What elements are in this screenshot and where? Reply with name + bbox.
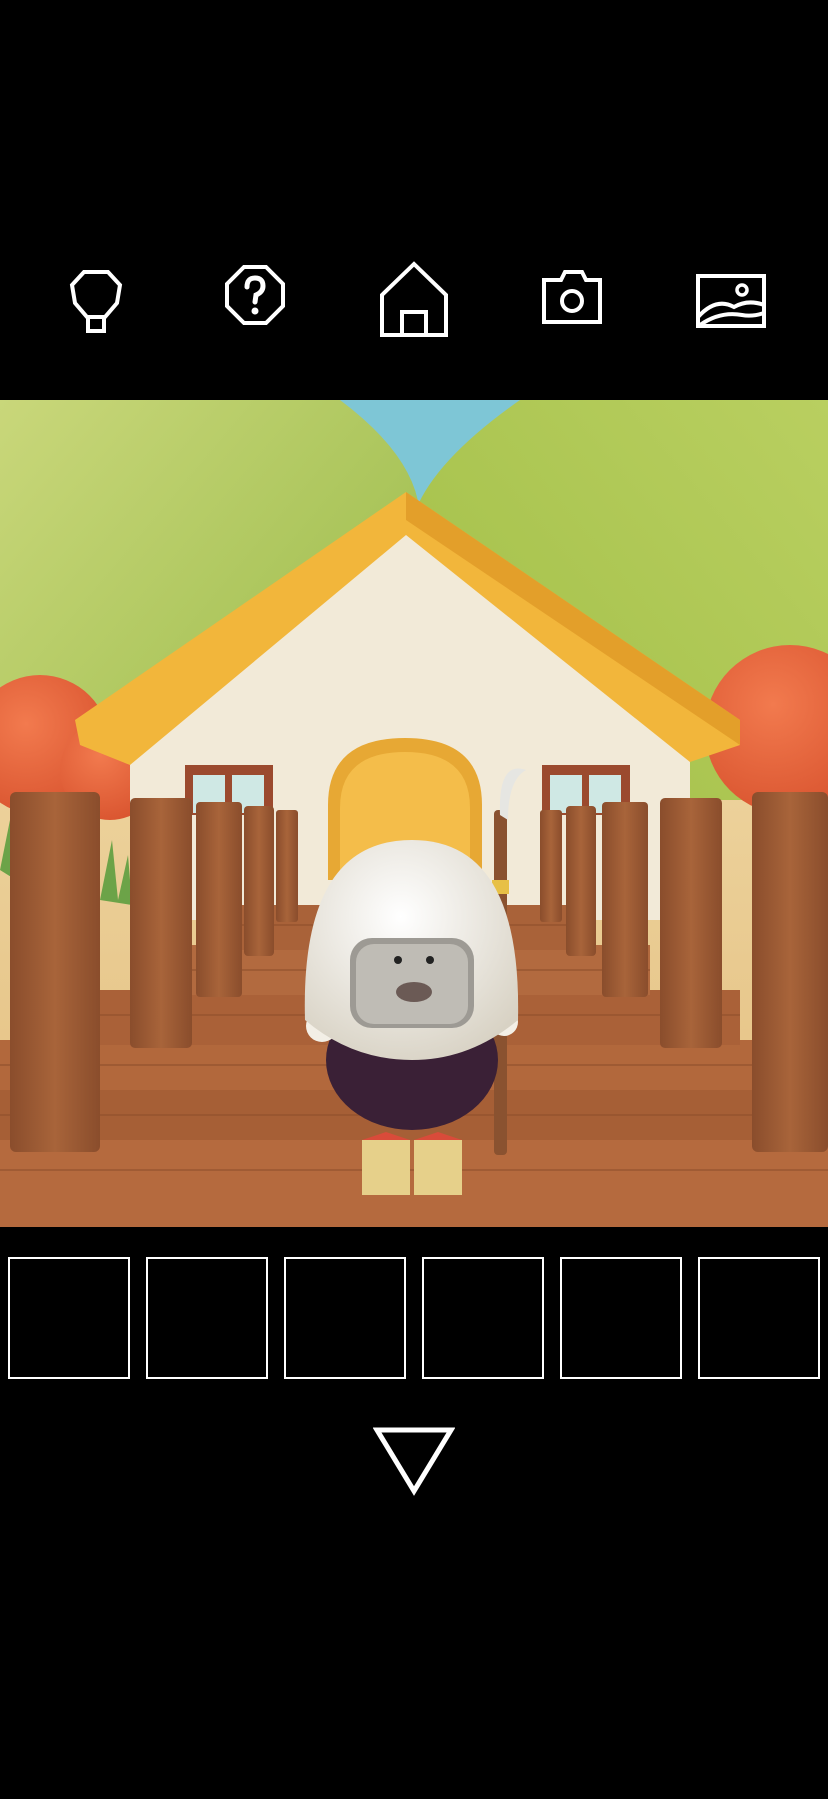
camera-button[interactable] [527, 255, 617, 345]
house-icon [380, 261, 448, 337]
inventory-bar [0, 1257, 828, 1380]
inventory-slot-5[interactable] [560, 1257, 682, 1379]
inventory-slot-1[interactable] [8, 1257, 130, 1379]
post-right-3 [602, 802, 648, 997]
album-button[interactable] [686, 255, 776, 345]
inventory-slot-4[interactable] [422, 1257, 544, 1379]
home-button[interactable] [369, 255, 459, 345]
inventory-slot-3[interactable] [284, 1257, 406, 1379]
post-right-1 [752, 792, 828, 1152]
back-down-button[interactable] [373, 1425, 455, 1497]
right-eye [426, 956, 434, 964]
right-foot [414, 1140, 462, 1195]
post-left-4 [244, 806, 274, 956]
post-right-4 [566, 806, 596, 956]
triangle-down-icon [373, 1427, 455, 1496]
image-icon [696, 274, 766, 328]
help-button[interactable] [210, 255, 300, 345]
inventory-slot-6[interactable] [698, 1257, 820, 1379]
left-foot [362, 1140, 410, 1195]
left-eye [394, 956, 402, 964]
inventory-slot-2[interactable] [146, 1257, 268, 1379]
post-right-2 [660, 798, 722, 1048]
game-scene[interactable] [0, 400, 828, 1227]
lightbulb-icon [69, 270, 123, 333]
post-right-5 [540, 810, 562, 922]
post-left-3 [196, 802, 242, 997]
post-left-2 [130, 798, 192, 1048]
question-icon [225, 265, 285, 325]
hint-button[interactable] [51, 255, 141, 345]
camera-icon [542, 270, 602, 324]
nose [396, 982, 432, 1002]
post-left-5 [276, 810, 298, 922]
post-left-1 [10, 792, 100, 1152]
toolbar [0, 255, 828, 360]
